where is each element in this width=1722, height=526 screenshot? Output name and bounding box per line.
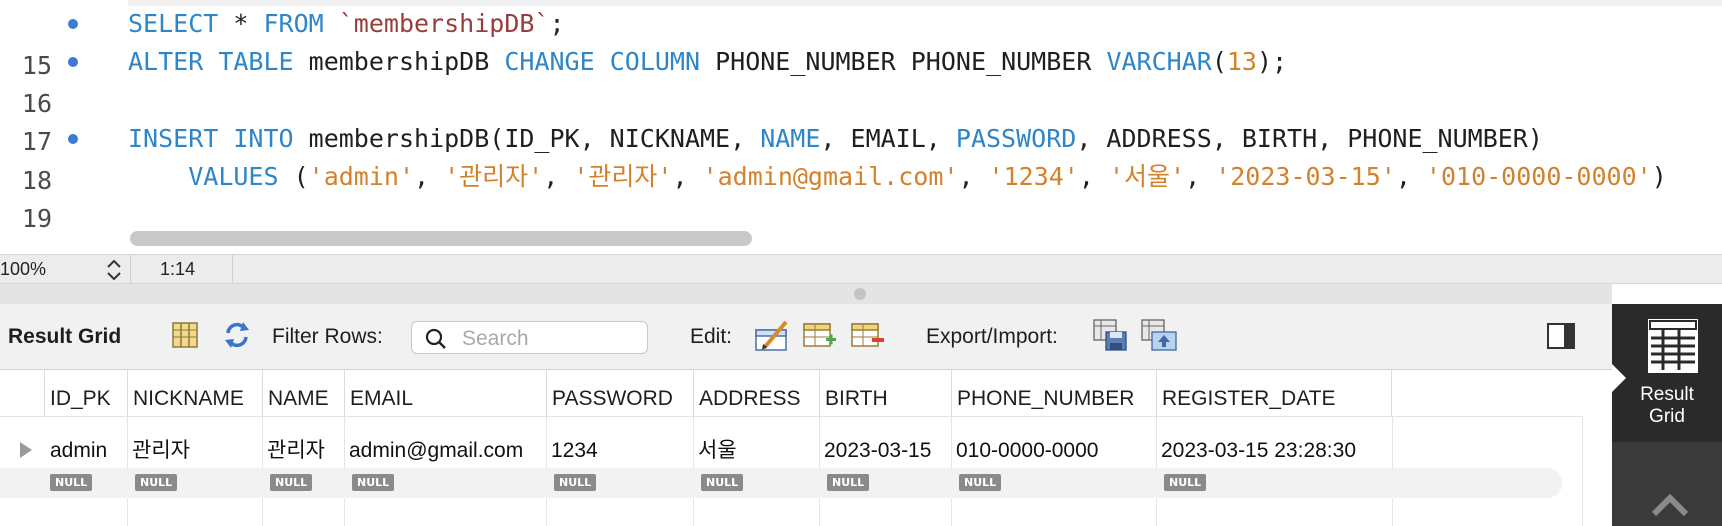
- result-grid[interactable]: ID_PK NICKNAME NAME EMAIL PASSWORD ADDRE…: [0, 370, 1612, 526]
- code-text: SELECT * FROM `membershipDB`;: [128, 9, 565, 38]
- refresh-icon[interactable]: [222, 320, 252, 350]
- null-badge[interactable]: NULL: [959, 474, 1002, 491]
- null-badge[interactable]: NULL: [270, 474, 313, 491]
- table-cell[interactable]: 1234: [551, 436, 598, 466]
- cursor-position: 1:14: [160, 259, 196, 279]
- current-row-indicator-icon: [20, 442, 32, 458]
- status-separator: [232, 255, 233, 283]
- zoom-level[interactable]: 100%: [0, 255, 46, 283]
- chevron-up-icon[interactable]: [1648, 490, 1692, 520]
- import-icon[interactable]: [1140, 318, 1178, 352]
- insert-row-icon[interactable]: [802, 320, 838, 352]
- line-number: 19: [21, 204, 52, 233]
- code-text: INSERT INTO membershipDB(ID_PK, NICKNAME…: [128, 124, 1543, 153]
- code-line-17[interactable]: 17: [0, 79, 1722, 156]
- code-line-15[interactable]: 15 SELECT * FROM `membershipDB`;: [0, 3, 1722, 80]
- column-header-email[interactable]: EMAIL: [344, 370, 547, 416]
- result-grid-tab-label: Grid: [1649, 406, 1685, 427]
- result-grid-icon: [1648, 319, 1698, 373]
- selected-tab-pointer: [1612, 364, 1626, 392]
- export-import-label: Export/Import:: [926, 325, 1058, 348]
- sql-editor[interactable]: 15 SELECT * FROM `membershipDB`; 16 ALTE…: [0, 0, 1722, 254]
- column-layout-icon[interactable]: [170, 320, 200, 350]
- new-row[interactable]: [0, 468, 1562, 498]
- table-cell[interactable]: 2023-03-15: [824, 436, 931, 466]
- column-header-nickname[interactable]: NICKNAME: [127, 370, 263, 416]
- column-divider: [1582, 416, 1583, 526]
- code-line-16[interactable]: 16 ALTER TABLE membershipDB CHANGE COLUM…: [0, 41, 1722, 118]
- table-cell[interactable]: 관리자: [267, 436, 325, 466]
- header-divider: [0, 416, 1582, 417]
- code-line-18[interactable]: 18 INSERT INTO membershipDB(ID_PK, NICKN…: [0, 118, 1722, 195]
- null-badge[interactable]: NULL: [352, 474, 395, 491]
- table-cell[interactable]: admin@gmail.com: [349, 436, 523, 466]
- code-line-19[interactable]: 19 VALUES ('admin', '관리자', '관리자', 'admin…: [0, 156, 1722, 233]
- column-header-address[interactable]: ADDRESS: [693, 370, 820, 416]
- delete-row-icon[interactable]: [850, 320, 886, 352]
- null-badge[interactable]: NULL: [50, 474, 93, 491]
- table-cell[interactable]: 010-0000-0000: [956, 436, 1098, 466]
- table-cell[interactable]: 서울: [698, 436, 737, 466]
- statement-marker-icon[interactable]: [68, 19, 78, 29]
- column-header-birth[interactable]: BIRTH: [819, 370, 952, 416]
- code-text: ALTER TABLE membershipDB CHANGE COLUMN P…: [128, 47, 1288, 76]
- editor-horizontal-scrollbar[interactable]: [130, 231, 752, 246]
- column-header-password[interactable]: PASSWORD: [546, 370, 694, 416]
- filter-search-box[interactable]: [411, 321, 648, 354]
- result-grid-tab-label: Result: [1640, 384, 1694, 405]
- result-toolbar: Result Grid Filter Rows: Edit:: [0, 304, 1612, 370]
- column-header-id-pk[interactable]: ID_PK: [44, 370, 128, 416]
- statement-marker-icon[interactable]: [68, 57, 78, 67]
- statement-marker-icon[interactable]: [68, 134, 78, 144]
- column-header-phone-number[interactable]: PHONE_NUMBER: [951, 370, 1157, 416]
- edit-row-icon[interactable]: [754, 318, 790, 352]
- null-badge[interactable]: NULL: [554, 474, 597, 491]
- result-grid-title: Result Grid: [8, 325, 122, 348]
- code-text: VALUES ('admin', '관리자', '관리자', 'admin@gm…: [188, 162, 1667, 191]
- column-header-name[interactable]: NAME: [262, 370, 345, 416]
- zoom-stepper-icon[interactable]: [104, 258, 124, 282]
- filter-rows-label: Filter Rows:: [272, 325, 383, 348]
- filter-search-input[interactable]: [460, 325, 644, 353]
- null-badge[interactable]: NULL: [135, 474, 178, 491]
- search-icon: [425, 328, 446, 349]
- table-cell[interactable]: admin: [50, 436, 107, 466]
- editor-status-bar: 100% 1:14: [0, 254, 1722, 284]
- panel-splitter[interactable]: [0, 284, 1612, 304]
- toggle-side-panel-icon[interactable]: [1546, 322, 1576, 350]
- table-cell[interactable]: 관리자: [132, 436, 190, 466]
- status-separator: [130, 255, 131, 283]
- null-badge[interactable]: NULL: [1164, 474, 1207, 491]
- export-icon[interactable]: [1092, 318, 1128, 352]
- table-cell[interactable]: 2023-03-15 23:28:30: [1161, 436, 1356, 466]
- splitter-handle[interactable]: [854, 288, 866, 300]
- edit-label: Edit:: [690, 325, 733, 348]
- result-grid-tab[interactable]: Result Grid: [1612, 304, 1722, 442]
- column-header-register-date[interactable]: REGISTER_DATE: [1156, 370, 1392, 416]
- null-badge[interactable]: NULL: [701, 474, 744, 491]
- result-side-panel: Result Grid: [1612, 304, 1722, 526]
- null-badge[interactable]: NULL: [827, 474, 870, 491]
